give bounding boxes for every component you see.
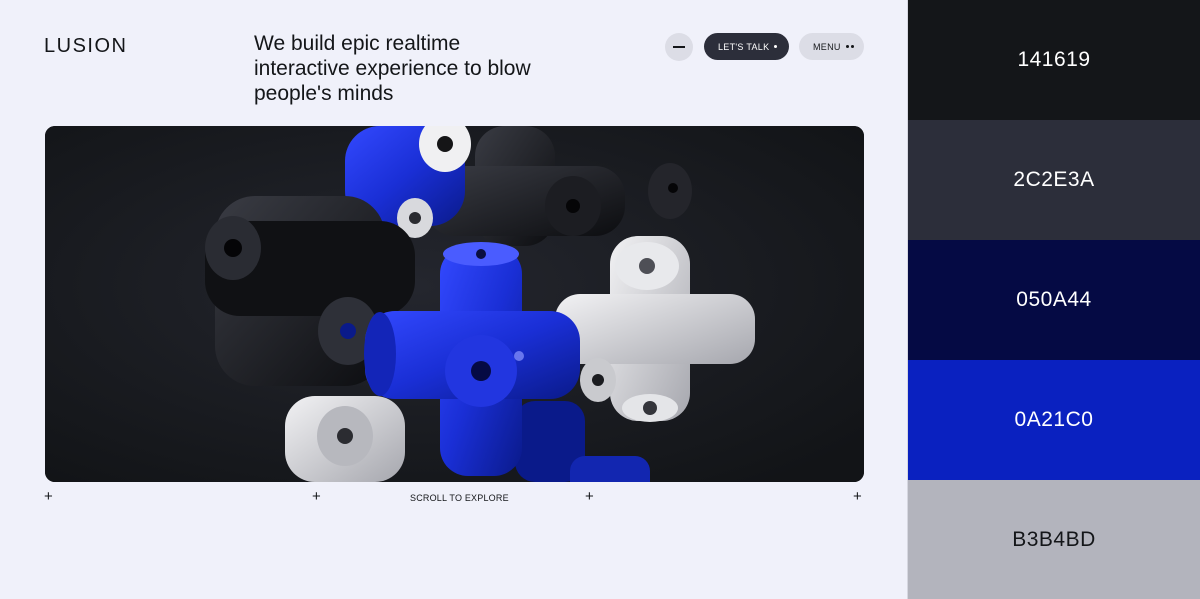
swatch-label: 2C2E3A [1013, 168, 1095, 191]
plus-icon: + [44, 488, 53, 505]
minus-icon [673, 46, 685, 48]
plus-icon: + [853, 488, 862, 505]
swatch-label: 050A44 [1016, 288, 1092, 311]
lets-talk-button[interactable]: LET'S TALK [704, 33, 789, 60]
collapse-button[interactable] [665, 33, 693, 61]
swatch-050a44: 050A44 [908, 240, 1200, 360]
dot-icon [774, 45, 777, 48]
swatch-b3b4bd: B3B4BD [908, 480, 1200, 599]
menu-label: MENU [813, 41, 841, 52]
swatch-label: 141619 [1017, 48, 1091, 71]
scroll-to-explore-label[interactable]: SCROLL TO EXPLORE [410, 493, 509, 503]
swatch-0a21c0: 0A21C0 [908, 360, 1200, 480]
website-preview: LUSION We build epic realtime interactiv… [0, 0, 908, 599]
color-palette: 141619 2C2E3A 050A44 0A21C0 B3B4BD [908, 0, 1200, 599]
swatch-label: 0A21C0 [1014, 408, 1094, 431]
hero-tagline: We build epic realtime interactive exper… [254, 32, 531, 105]
plus-icon: + [585, 488, 594, 505]
swatch-label: B3B4BD [1012, 527, 1096, 551]
two-dots-icon [846, 45, 854, 48]
menu-button[interactable]: MENU [799, 33, 864, 60]
swatch-2c2e3a: 2C2E3A [908, 120, 1200, 240]
lets-talk-label: LET'S TALK [718, 41, 770, 52]
hero-3d-visual [45, 126, 864, 482]
brand-logo[interactable]: LUSION [44, 35, 127, 58]
swatch-141619: 141619 [908, 0, 1200, 120]
plus-icon: + [312, 488, 321, 505]
